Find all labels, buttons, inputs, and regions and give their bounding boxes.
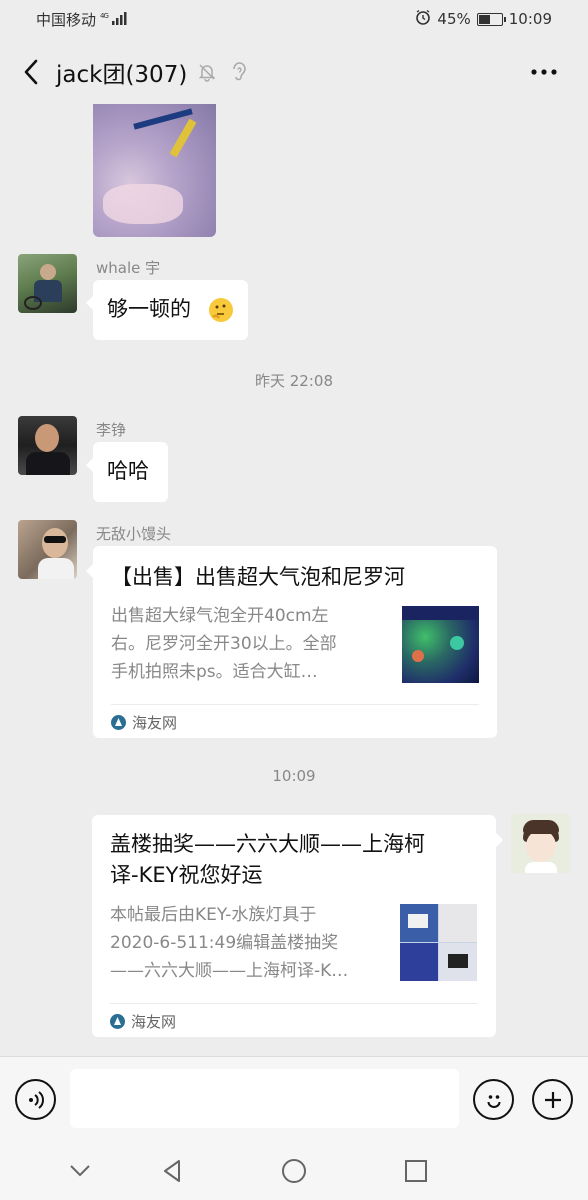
card-title-line: 盖楼抽奖——六六大顺——上海柯	[110, 832, 425, 856]
card-description-line: 2020-6-511:49编辑盖楼抽奖	[110, 933, 339, 953]
avatar-me[interactable]	[511, 814, 570, 873]
card-thumbnail	[402, 606, 479, 683]
haiyou-logo-icon	[110, 1014, 125, 1029]
card-description-line: 右。尼罗河全开30以上。全部	[111, 634, 337, 654]
more-icon[interactable]	[522, 50, 566, 94]
card-divider	[111, 704, 479, 705]
card-source-label: 海友网	[132, 714, 178, 732]
chat-area[interactable]: whale 宇 够一顿的 昨天 22:08 李铮 哈哈 无敌小馒头 【出售】出售…	[0, 104, 588, 1056]
card-description: 出售超大绿气泡全开40cm左 右。尼罗河全开30以上。全部 手机拍照未ps。适合…	[111, 602, 337, 686]
network-type-label: 4G	[100, 12, 108, 20]
home-circle-icon[interactable]	[274, 1151, 314, 1191]
status-bar: 中国移动 4G 45% 10:09	[0, 0, 588, 38]
ear-icon	[227, 60, 251, 84]
message-text: 够一顿的	[107, 297, 191, 321]
emoji-icon	[487, 1094, 500, 1108]
chat-title: jack团(307)	[56, 62, 188, 88]
card-description-line: 手机拍照未ps。适合大缸…	[111, 662, 318, 682]
collapse-icon[interactable]	[60, 1151, 100, 1191]
sender-name: 李铮	[96, 421, 127, 439]
emoji-button[interactable]	[473, 1079, 514, 1120]
system-nav-bar	[0, 1141, 588, 1200]
clock: 10:09	[508, 10, 552, 28]
card-description-line: 出售超大绿气泡全开40cm左	[111, 606, 329, 626]
voice-icon	[28, 1090, 44, 1109]
message-input[interactable]	[70, 1069, 459, 1128]
thinking-face-icon	[209, 298, 233, 322]
card-description: 本帖最后由KEY-水族灯具于 2020-6-511:49编辑盖楼抽奖 ——六六大…	[110, 901, 348, 985]
link-card[interactable]: 【出售】出售超大气泡和尼罗河 出售超大绿气泡全开40cm左 右。尼罗河全开30以…	[86, 546, 497, 738]
mute-bell-icon	[195, 60, 219, 84]
card-divider	[110, 1003, 478, 1004]
haiyou-logo-icon	[111, 715, 126, 730]
voice-button[interactable]	[15, 1079, 56, 1120]
card-source-label: 海友网	[131, 1013, 177, 1031]
timestamp: 10:09	[272, 767, 316, 785]
card-source: 海友网	[110, 1011, 176, 1032]
avatar-lizheng[interactable]	[18, 416, 77, 475]
recents-square-icon[interactable]	[396, 1151, 436, 1191]
status-left: 中国移动 4G	[36, 9, 128, 30]
plus-button[interactable]	[532, 1079, 573, 1120]
chat-header: jack团(307)	[0, 40, 588, 104]
carrier-label: 中国移动	[36, 10, 97, 29]
timestamp: 昨天 22:08	[255, 372, 333, 390]
link-card[interactable]: 盖楼抽奖——六六大顺——上海柯 译-KEY祝您好运 本帖最后由KEY-水族灯具于…	[92, 815, 503, 1037]
message-text: 哈哈	[107, 459, 149, 483]
card-description-line: 本帖最后由KEY-水族灯具于	[110, 905, 317, 925]
image-message[interactable]	[93, 104, 216, 237]
plus-icon	[544, 1091, 561, 1108]
card-title-line: 译-KEY祝您好运	[110, 863, 263, 887]
avatar-wudixiaomantou[interactable]	[18, 520, 77, 579]
card-source: 海友网	[111, 712, 177, 733]
alarm-icon	[415, 9, 431, 29]
text-message-bubble[interactable]: 够一顿的	[86, 280, 248, 340]
back-icon[interactable]	[10, 50, 54, 94]
status-right: 45% 10:09	[415, 9, 552, 29]
battery-fill	[478, 14, 490, 24]
card-title: 【出售】出售超大气泡和尼罗河	[111, 565, 405, 589]
card-thumbnail	[400, 904, 477, 981]
avatar-whale[interactable]	[18, 254, 77, 313]
input-bar	[0, 1056, 588, 1141]
back-triangle-icon[interactable]	[152, 1151, 192, 1191]
sender-name: whale 宇	[96, 259, 161, 277]
card-description-line: ——六六大顺——上海柯译-K…	[110, 961, 349, 981]
battery-icon	[476, 12, 506, 26]
sender-name: 无敌小馒头	[96, 525, 172, 543]
battery-percent: 45%	[437, 10, 471, 28]
signal-icon: 4G	[100, 10, 128, 29]
card-title: 盖楼抽奖——六六大顺——上海柯 译-KEY祝您好运	[110, 829, 478, 891]
text-message-bubble[interactable]: 哈哈	[86, 442, 168, 502]
